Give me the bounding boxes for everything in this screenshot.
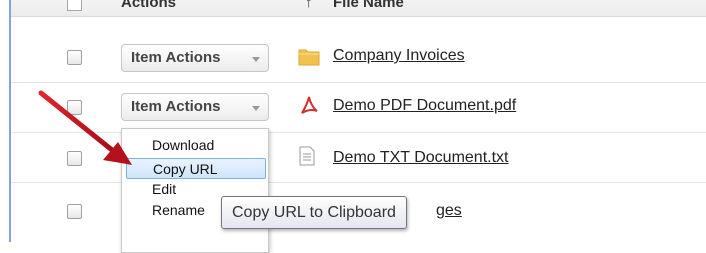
annotation-arrow-icon bbox=[38, 90, 132, 165]
